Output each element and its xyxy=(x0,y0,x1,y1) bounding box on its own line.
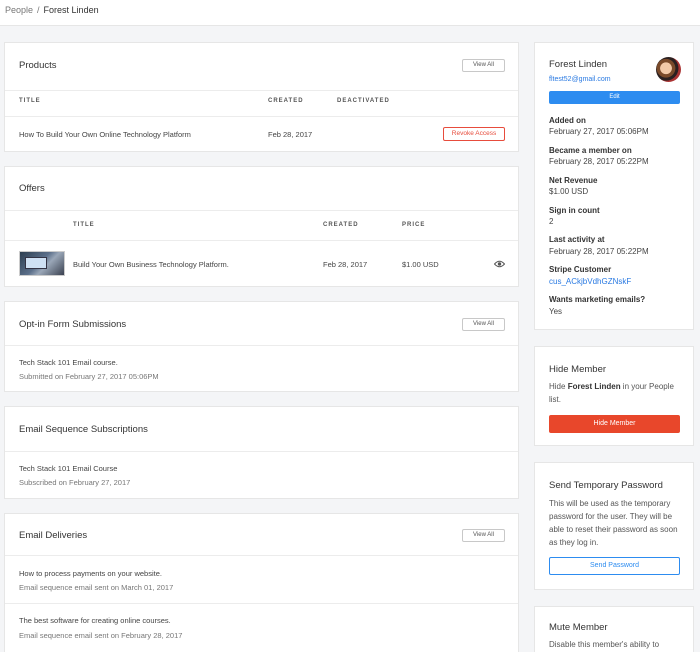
field-label: Added on xyxy=(549,116,586,125)
products-header-created: CREATED xyxy=(268,98,304,104)
field-label: Became a member on xyxy=(549,146,632,155)
products-header-deactivated: DEACTIVATED xyxy=(337,98,390,104)
offers-card: Offers TITLE CREATED PRICE Build Your Ow… xyxy=(4,166,519,287)
stripe-customer-link[interactable]: cus_ACkjbVdhGZNskF xyxy=(549,277,631,286)
breadcrumb-current: Forest Linden xyxy=(43,5,99,15)
optin-title: Opt-in Form Submissions xyxy=(19,319,127,330)
divider xyxy=(5,240,518,241)
deliveries-title: Email Deliveries xyxy=(19,530,88,541)
product-title[interactable]: How To Build Your Own Online Technology … xyxy=(19,130,191,139)
offers-header-title: TITLE xyxy=(73,222,95,228)
field-value: February 28, 2017 05:22PM xyxy=(549,247,649,256)
products-view-all-button[interactable]: View All xyxy=(462,59,505,72)
revoke-access-button[interactable]: Revoke Access xyxy=(443,127,505,141)
optin-view-all-button[interactable]: View All xyxy=(462,318,505,331)
divider xyxy=(5,345,518,346)
profile-email-link[interactable]: fltest52@gmail.com xyxy=(549,76,611,83)
offer-title[interactable]: Build Your Own Business Technology Platf… xyxy=(73,260,229,269)
field-value: February 27, 2017 05:06PM xyxy=(549,127,649,136)
eye-icon[interactable] xyxy=(494,260,505,268)
products-card: Products View All TITLE CREATED DEACTIVA… xyxy=(4,42,519,152)
field-value: Yes xyxy=(549,307,563,316)
field-label: Net Revenue xyxy=(549,176,598,185)
divider xyxy=(5,210,518,211)
divider xyxy=(5,116,518,117)
edit-profile-button[interactable]: Edit xyxy=(549,91,680,104)
breadcrumb-separator: / xyxy=(37,5,40,15)
avatar xyxy=(656,57,681,82)
offer-price: $1.00 USD xyxy=(402,260,439,269)
offer-created: Feb 28, 2017 xyxy=(323,260,368,269)
field-label: Last activity at xyxy=(549,235,605,244)
profile-name: Forest Linden xyxy=(549,59,608,70)
hide-member-button[interactable]: Hide Member xyxy=(549,415,680,433)
delivery-item-detail: Email sequence email sent on February 28… xyxy=(19,631,183,640)
mute-member-title: Mute Member xyxy=(549,622,608,633)
hide-member-text: Hide Forest Linden in your People list. xyxy=(549,382,674,404)
send-password-button[interactable]: Send Password xyxy=(549,557,680,575)
hide-member-title: Hide Member xyxy=(549,364,607,375)
temp-password-text: This will be used as the temporary passw… xyxy=(549,499,678,547)
field-label: Sign in count xyxy=(549,206,600,215)
temp-password-card: Send Temporary Password This will be use… xyxy=(534,462,694,590)
delivery-item-name: How to process payments on your website. xyxy=(19,569,162,578)
deliveries-view-all-button[interactable]: View All xyxy=(462,529,505,542)
breadcrumb-people-link[interactable]: People xyxy=(5,5,33,15)
hide-member-card: Hide Member Hide Forest Linden in your P… xyxy=(534,346,694,446)
divider xyxy=(5,451,518,452)
profile-card: Forest Linden fltest52@gmail.com Edit Ad… xyxy=(534,42,694,330)
offer-thumbnail xyxy=(19,251,65,276)
divider xyxy=(5,90,518,91)
field-label: Wants marketing emails? xyxy=(549,295,646,304)
field-value: $1.00 USD xyxy=(549,187,589,196)
sequences-title: Email Sequence Subscriptions xyxy=(19,424,148,435)
optin-item-name: Tech Stack 101 Email course. xyxy=(19,358,118,367)
offers-title: Offers xyxy=(19,183,45,194)
field-value: February 28, 2017 05:22PM xyxy=(549,157,649,166)
delivery-item-name: The best software for creating online co… xyxy=(19,616,171,625)
divider xyxy=(5,603,518,604)
offers-header-created: CREATED xyxy=(323,222,359,228)
optin-item-detail: Submitted on February 27, 2017 05:06PM xyxy=(19,372,159,381)
mute-member-card: Mute Member Disable this member's abilit… xyxy=(534,606,694,652)
mute-member-text: Disable this member's ability to xyxy=(549,640,660,649)
sequence-item-detail: Subscribed on February 27, 2017 xyxy=(19,478,131,487)
product-created: Feb 28, 2017 xyxy=(268,130,313,139)
delivery-item-detail: Email sequence email sent on March 01, 2… xyxy=(19,583,174,592)
offers-header-price: PRICE xyxy=(402,222,426,228)
optin-card: Opt-in Form Submissions View All Tech St… xyxy=(4,301,519,392)
sequences-card: Email Sequence Subscriptions Tech Stack … xyxy=(4,406,519,499)
products-header-title: TITLE xyxy=(19,98,41,104)
temp-password-title: Send Temporary Password xyxy=(549,480,663,491)
field-label: Stripe Customer xyxy=(549,265,612,274)
sequence-item-name: Tech Stack 101 Email Course xyxy=(19,464,118,473)
breadcrumb: People / Forest Linden xyxy=(0,0,700,26)
field-value: 2 xyxy=(549,217,554,226)
divider xyxy=(5,555,518,556)
products-title: Products xyxy=(19,60,57,71)
deliveries-card: Email Deliveries View All How to process… xyxy=(4,513,519,652)
